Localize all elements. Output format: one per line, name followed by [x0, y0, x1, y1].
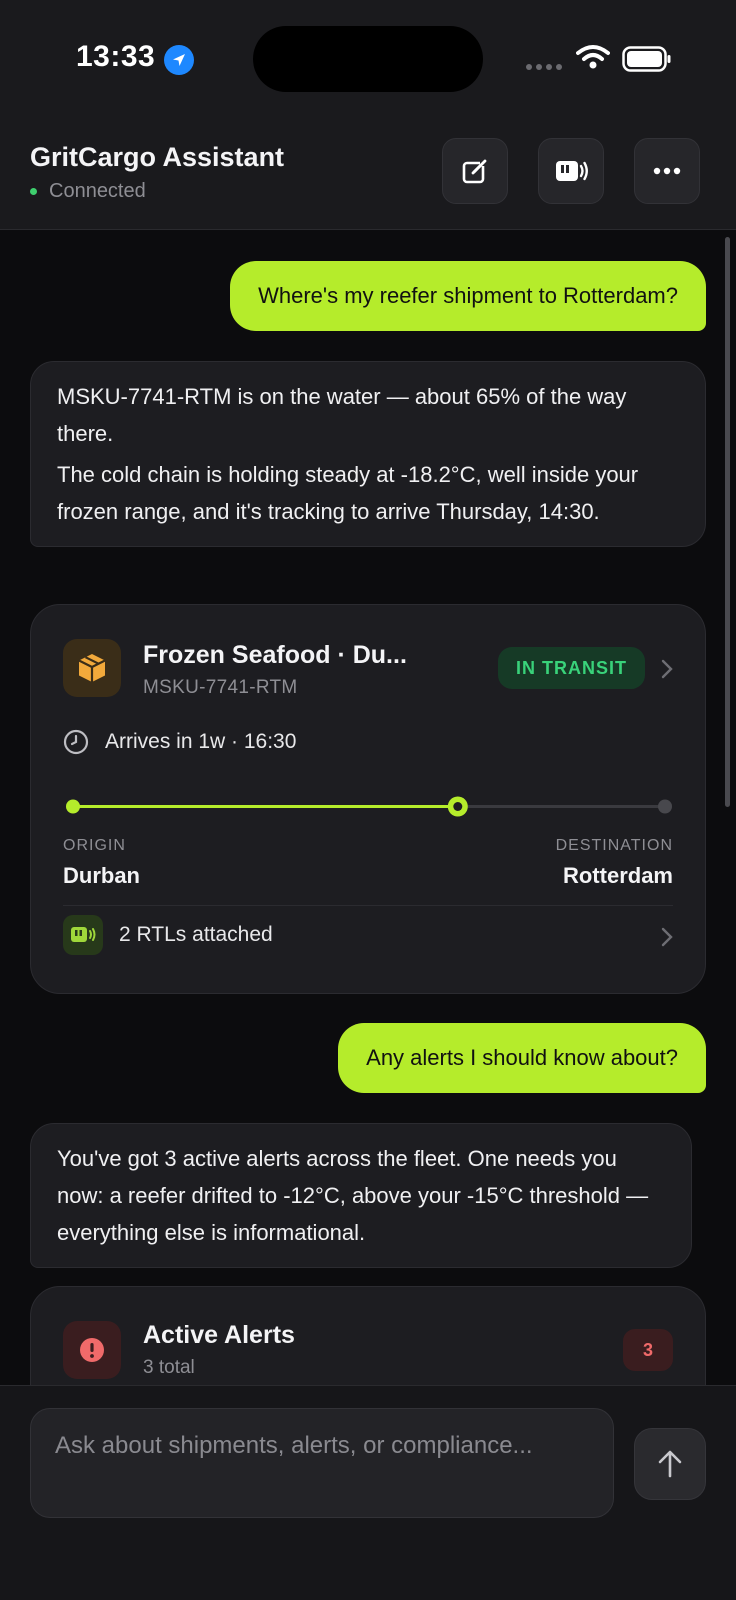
- rtl-device-icon: [556, 161, 588, 181]
- card-divider: [63, 905, 673, 906]
- alerts-count-badge: 3: [623, 1329, 673, 1371]
- status-time: 13:33: [76, 40, 156, 73]
- user-message: Where's my reefer shipment to Rotterdam?: [230, 261, 706, 331]
- page-title: GritCargo Assistant: [30, 142, 285, 172]
- battery-icon: [622, 46, 671, 72]
- connection-status-label: Connected: [49, 180, 146, 202]
- chat-header: GritCargo Assistant Connected: [0, 120, 736, 230]
- assistant-message-text: MSKU-7741-RTM is on the water — about 65…: [57, 384, 627, 446]
- cellular-signal-icon: [526, 64, 562, 70]
- app-screen: 13:33 GritCargo Assistant Connected Wher…: [0, 0, 736, 1600]
- destination-marker: [658, 799, 672, 814]
- status-bar: 13:33: [0, 0, 736, 120]
- alerts-card[interactable]: Active Alerts 3 total 3: [30, 1286, 706, 1385]
- package-icon: [63, 639, 121, 697]
- status-dot: [30, 188, 37, 195]
- more-options-button[interactable]: [634, 138, 700, 204]
- container-id: MSKU-7741-RTM: [143, 677, 298, 698]
- location-arrow-icon: [164, 45, 194, 75]
- message-input[interactable]: [30, 1408, 614, 1518]
- chevron-right-icon[interactable]: [661, 927, 673, 947]
- assistant-message-text: You've got 3 active alerts across the fl…: [57, 1146, 649, 1245]
- rtl-attached-link[interactable]: 2 RTLs attached: [119, 923, 273, 947]
- user-message-text: Any alerts I should know about?: [366, 1045, 678, 1070]
- clock-icon: [63, 729, 89, 755]
- send-button[interactable]: [634, 1428, 706, 1500]
- message-composer: [0, 1385, 736, 1600]
- new-chat-button[interactable]: [442, 138, 508, 204]
- alerts-title: Active Alerts: [143, 1321, 295, 1349]
- assistant-message: MSKU-7741-RTM is on the water — about 65…: [30, 361, 706, 547]
- origin-label: ORIGIN: [63, 837, 126, 854]
- user-message-text: Where's my reefer shipment to Rotterdam?: [258, 283, 678, 308]
- status-badge: IN TRANSIT: [498, 647, 645, 689]
- shipment-card[interactable]: Frozen Seafood · Du... MSKU-7741-RTM IN …: [30, 604, 706, 994]
- scrollbar[interactable]: [725, 237, 730, 807]
- assistant-message: You've got 3 active alerts across the fl…: [30, 1123, 692, 1268]
- assistant-message-text: The cold chain is holding steady at -18.…: [57, 462, 639, 524]
- user-message: Any alerts I should know about?: [338, 1023, 706, 1093]
- rtl-device-icon: [63, 915, 103, 955]
- dynamic-island: [253, 26, 483, 92]
- connection-status: Connected: [30, 180, 146, 203]
- wifi-icon: [576, 45, 610, 69]
- alert-icon: [63, 1321, 121, 1379]
- eta-row: Arrives in 1w · 16:30: [63, 729, 296, 755]
- eta-text: Arrives in 1w · 16:30: [105, 730, 297, 753]
- route-progress: [63, 795, 675, 819]
- origin-marker: [66, 799, 80, 814]
- alerts-subtitle: 3 total: [143, 1357, 195, 1378]
- chevron-right-icon[interactable]: [661, 659, 673, 679]
- ellipsis-icon: [653, 167, 681, 175]
- progress-markers: [66, 796, 672, 817]
- shipment-title: Frozen Seafood · Du...: [143, 641, 407, 669]
- arrow-up-icon: [658, 1450, 682, 1478]
- chat-thread[interactable]: Where's my reefer shipment to Rotterdam?…: [0, 231, 736, 1385]
- rtl-device-button[interactable]: [538, 138, 604, 204]
- destination-value: Rotterdam: [562, 863, 673, 888]
- origin-value: Durban: [63, 863, 140, 888]
- destination-label: DESTINATION: [555, 837, 673, 854]
- compose-icon: [462, 158, 488, 184]
